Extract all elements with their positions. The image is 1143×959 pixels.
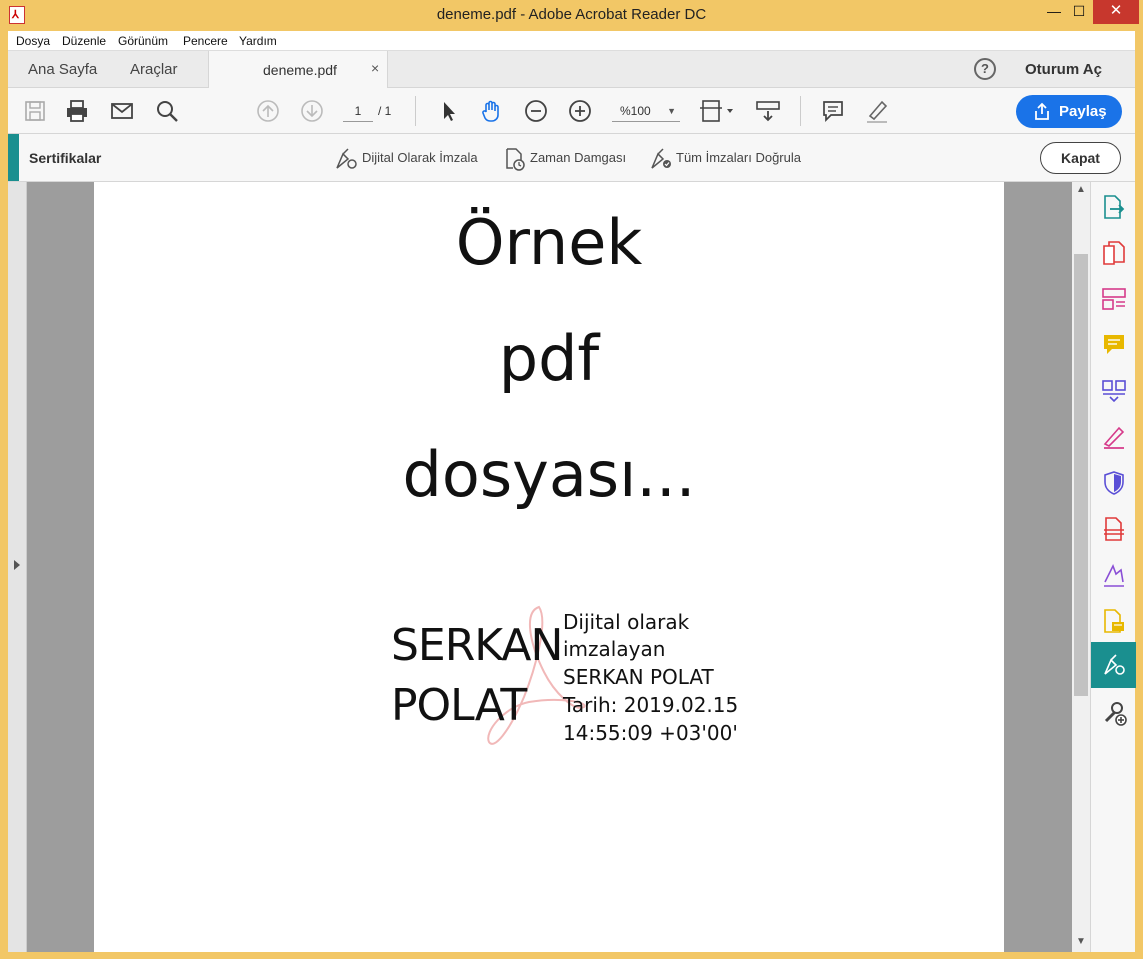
next-page-icon[interactable] <box>299 98 325 124</box>
fit-page-icon[interactable] <box>698 98 738 124</box>
close-certificates-button[interactable]: Kapat <box>1040 142 1121 174</box>
certificates-tool-icon <box>1104 654 1125 675</box>
chevron-down-icon: ▼ <box>667 106 676 116</box>
signature-info-line-1: Dijital olarak <box>563 610 690 634</box>
select-tool-icon[interactable] <box>436 98 462 124</box>
compress-pdf-icon[interactable] <box>1101 516 1127 542</box>
tab-document[interactable]: deneme.pdf × <box>208 51 388 88</box>
request-signature-icon[interactable] <box>1101 562 1127 588</box>
zoom-value: %100 <box>620 104 651 118</box>
previous-page-icon[interactable] <box>255 98 281 124</box>
verify-signatures-icon[interactable] <box>648 146 674 172</box>
sign-pen-icon[interactable] <box>333 146 359 172</box>
timestamp-icon[interactable] <box>502 146 528 172</box>
certificates-accent <box>8 134 19 181</box>
tab-home[interactable]: Ana Sayfa <box>28 61 97 78</box>
document-line-2: pdf <box>498 322 600 395</box>
signature-name-line-1: SERKAN <box>391 620 563 671</box>
fill-sign-icon[interactable] <box>1101 424 1127 450</box>
save-icon[interactable] <box>22 98 48 124</box>
highlight-icon[interactable] <box>864 98 890 124</box>
menu-window[interactable]: Pencere <box>183 34 228 48</box>
maximize-button[interactable]: ☐ <box>1065 0 1093 24</box>
sign-in-link[interactable]: Oturum Aç <box>1025 61 1102 78</box>
protect-icon[interactable] <box>1101 470 1127 496</box>
zoom-out-icon[interactable] <box>523 98 549 124</box>
timestamp-button[interactable]: Zaman Damgası <box>530 150 626 165</box>
edit-pdf-icon[interactable] <box>1101 286 1127 312</box>
signature-info-line-3: SERKAN POLAT <box>563 665 714 689</box>
scroll-down-icon[interactable]: ▼ <box>1076 936 1086 947</box>
scrollbar-thumb[interactable] <box>1074 254 1088 696</box>
page-number-input[interactable]: 1 <box>343 100 373 122</box>
signature-info-line-5: 14:55:09 +03'00' <box>563 721 738 745</box>
pdf-page: Örnek pdf dosyası... SERKAN POLAT Dijita… <box>94 182 1004 952</box>
export-pdf-icon[interactable] <box>1101 194 1127 220</box>
toolbar-divider <box>415 96 416 126</box>
certificates-title: Sertifikalar <box>29 150 102 166</box>
menu-view[interactable]: Görünüm <box>118 34 168 48</box>
tab-close-icon[interactable]: × <box>371 60 379 76</box>
client-area: Dosya Düzenle Görünüm Pencere Yardım Ana… <box>8 31 1136 952</box>
toolbar: 1 / 1 %100 ▼ Paylaş <box>8 88 1135 134</box>
stamp-icon[interactable] <box>1101 608 1127 634</box>
close-window-button[interactable]: ✕ <box>1093 0 1139 24</box>
signature-name-line-2: POLAT <box>391 680 527 731</box>
tab-document-label: deneme.pdf <box>263 62 337 78</box>
share-button[interactable]: Paylaş <box>1016 95 1122 128</box>
print-icon[interactable] <box>64 98 90 124</box>
toolbar-divider <box>800 96 801 126</box>
comment-icon[interactable] <box>820 98 846 124</box>
menu-edit[interactable]: Düzenle <box>62 34 106 48</box>
expand-arrow-icon <box>14 560 20 570</box>
tools-pane <box>1090 182 1136 952</box>
tab-tools[interactable]: Araçlar <box>130 61 178 78</box>
organize-pages-icon[interactable] <box>1101 378 1127 404</box>
verify-all-signatures-button[interactable]: Tüm İmzaları Doğrula <box>676 150 801 165</box>
document-line-3: dosyası... <box>402 438 696 511</box>
create-pdf-icon[interactable] <box>1101 240 1127 266</box>
share-label: Paylaş <box>1059 103 1107 120</box>
search-icon[interactable] <box>154 98 180 124</box>
comment-tool-icon[interactable] <box>1101 332 1127 358</box>
menu-help[interactable]: Yardım <box>239 34 277 48</box>
menu-file[interactable]: Dosya <box>16 34 50 48</box>
more-tools-icon[interactable] <box>1101 700 1127 726</box>
document-line-1: Örnek <box>455 206 643 279</box>
signature-info-line-2: imzalayan <box>563 637 666 661</box>
vertical-scrollbar[interactable]: ▲ ▼ <box>1072 182 1090 952</box>
certificates-tool-active[interactable] <box>1091 642 1136 688</box>
certificates-bar: Sertifikalar Dijital Olarak İmzala Zaman… <box>8 134 1135 182</box>
minimize-button[interactable]: — <box>1040 0 1068 24</box>
sign-digitally-button[interactable]: Dijital Olarak İmzala <box>362 150 478 165</box>
page-total: / 1 <box>378 104 392 118</box>
document-area: Örnek pdf dosyası... SERKAN POLAT Dijita… <box>8 182 1090 952</box>
scroll-mode-icon[interactable] <box>755 98 781 124</box>
tab-bar: Ana Sayfa Araçlar deneme.pdf × ? Oturum … <box>8 51 1135 88</box>
app-window: ⅄ deneme.pdf - Adobe Acrobat Reader DC —… <box>0 0 1143 959</box>
help-icon[interactable]: ? <box>974 58 996 80</box>
scroll-up-icon[interactable]: ▲ <box>1076 184 1086 195</box>
email-icon[interactable] <box>109 98 135 124</box>
left-panel-toggle[interactable] <box>8 182 27 952</box>
share-icon <box>1035 102 1049 120</box>
signature-info-line-4: Tarih: 2019.02.15 <box>563 693 739 717</box>
zoom-select[interactable]: %100 ▼ <box>612 100 680 122</box>
zoom-in-icon[interactable] <box>567 98 593 124</box>
title-bar: ⅄ deneme.pdf - Adobe Acrobat Reader DC —… <box>0 0 1143 31</box>
window-title: deneme.pdf - Adobe Acrobat Reader DC <box>436 6 707 23</box>
hand-tool-icon[interactable] <box>479 98 505 124</box>
menu-bar: Dosya Düzenle Görünüm Pencere Yardım <box>8 31 1135 51</box>
